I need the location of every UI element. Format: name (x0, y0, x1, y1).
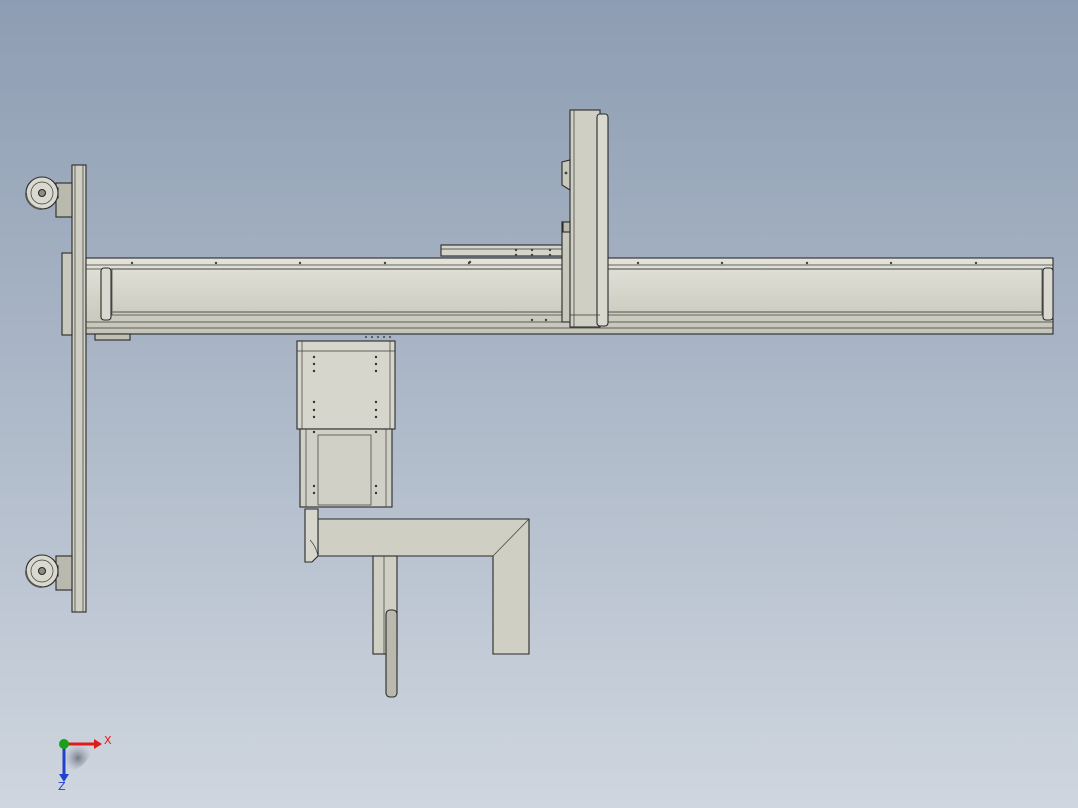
assembly-drawing[interactable]: X Z (0, 0, 1078, 808)
coordinate-triad-icon: X Z (58, 734, 112, 793)
cad-viewport[interactable]: X Z (0, 0, 1078, 808)
z-axis-label: Z (58, 780, 66, 793)
x-axis-label: X (104, 734, 112, 747)
vertical-carriage-column[interactable] (561, 109, 609, 328)
z-axis-slide-module[interactable] (296, 340, 396, 508)
caster-wheel-icon[interactable] (25, 554, 73, 591)
horizontal-linear-rail[interactable] (61, 252, 1054, 341)
caster-wheel-icon[interactable] (25, 176, 73, 218)
gripper-l-arm[interactable] (304, 508, 530, 698)
vertical-base-plate[interactable] (71, 164, 87, 613)
